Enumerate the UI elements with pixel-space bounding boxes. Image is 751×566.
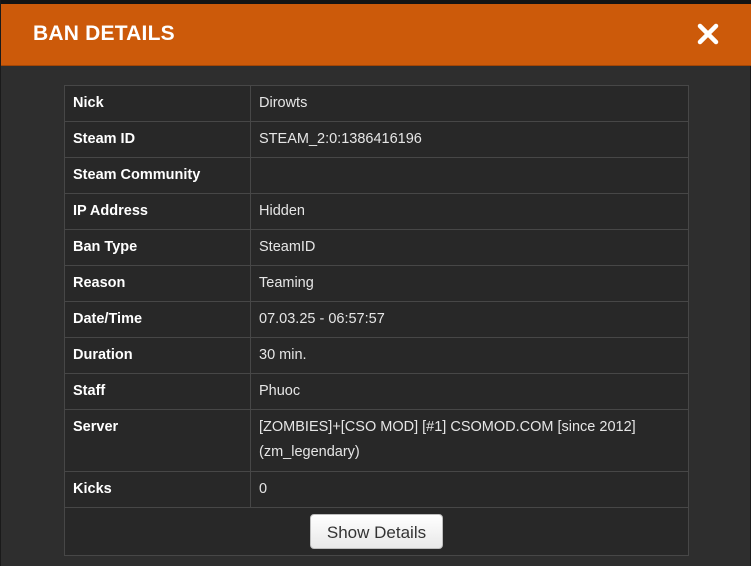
show-details-button[interactable]: Show Details (309, 514, 444, 549)
table-row: Steam ID STEAM_2:0:1386416196 (64, 121, 689, 158)
row-value-staff: Phuoc (250, 373, 689, 410)
table-row: Duration 30 min. (64, 337, 689, 374)
table-row: Date/Time 07.03.25 - 06:57:57 (64, 301, 689, 338)
table-row: Reason Teaming (64, 265, 689, 302)
table-row: Staff Phuoc (64, 373, 689, 410)
table-row: Server [ZOMBIES]+[CSO MOD] [#1] CSOMOD.C… (64, 409, 689, 472)
ban-details-table: Nick Dirowts Steam ID STEAM_2:0:13864161… (64, 85, 689, 556)
row-value-duration: 30 min. (250, 337, 689, 374)
table-row: Kicks 0 (64, 471, 689, 508)
row-label-ban-type: Ban Type (64, 229, 251, 266)
row-value-date-time: 07.03.25 - 06:57:57 (250, 301, 689, 338)
row-value-reason: Teaming (250, 265, 689, 302)
row-value-nick: Dirowts (250, 85, 689, 122)
action-cell: Show Details (64, 507, 689, 556)
close-button[interactable] (694, 20, 722, 48)
row-label-steam-community: Steam Community (64, 157, 251, 194)
row-value-kicks: 0 (250, 471, 689, 508)
row-label-kicks: Kicks (64, 471, 251, 508)
close-icon (697, 23, 719, 45)
row-value-ban-type: SteamID (250, 229, 689, 266)
details-content: Nick Dirowts Steam ID STEAM_2:0:13864161… (64, 85, 689, 556)
table-row: IP Address Hidden (64, 193, 689, 230)
row-label-staff: Staff (64, 373, 251, 410)
row-value-ip-address: Hidden (250, 193, 689, 230)
row-label-duration: Duration (64, 337, 251, 374)
table-row: Ban Type SteamID (64, 229, 689, 266)
modal-title: BAN DETAILS (33, 22, 175, 45)
row-label-reason: Reason (64, 265, 251, 302)
row-label-steam-id: Steam ID (64, 121, 251, 158)
modal-header: BAN DETAILS (1, 4, 751, 66)
ban-details-modal: BAN DETAILS Nick Dirowts Steam ID STEAM_… (0, 0, 751, 566)
row-value-steam-community (250, 157, 689, 194)
row-value-server: [ZOMBIES]+[CSO MOD] [#1] CSOMOD.COM [sin… (250, 409, 689, 472)
action-row: Show Details (64, 507, 689, 556)
row-label-date-time: Date/Time (64, 301, 251, 338)
table-row: Steam Community (64, 157, 689, 194)
row-label-ip-address: IP Address (64, 193, 251, 230)
row-label-server: Server (64, 409, 251, 472)
row-label-nick: Nick (64, 85, 251, 122)
row-value-steam-id: STEAM_2:0:1386416196 (250, 121, 689, 158)
table-row: Nick Dirowts (64, 85, 689, 122)
